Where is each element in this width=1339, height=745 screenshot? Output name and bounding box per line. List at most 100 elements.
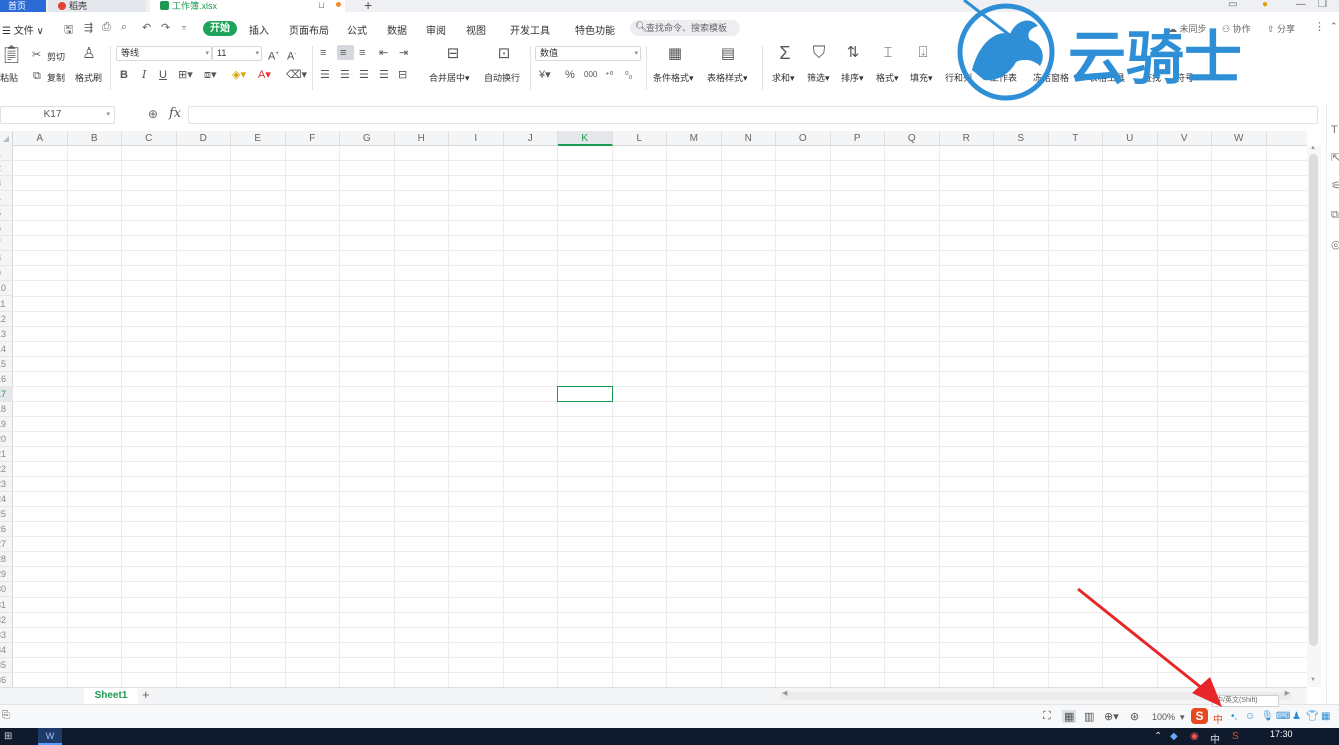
taskbar-wps-app[interactable]: W xyxy=(38,728,62,745)
tab-workbook[interactable]: 工作簿.xlsx xyxy=(150,0,345,12)
ime-keyboard-icon[interactable]: ⌨ xyxy=(1276,711,1290,722)
row-header-30[interactable]: 30 xyxy=(0,582,13,598)
symbol-button[interactable]: 符号 xyxy=(1176,71,1194,84)
collapse-ribbon-icon[interactable]: ⌃ xyxy=(1330,21,1338,32)
tray-sogou-icon[interactable]: S xyxy=(1232,731,1239,742)
menu-special[interactable]: 特色功能 xyxy=(575,22,615,37)
eye-protection-icon[interactable]: ⊛ xyxy=(1130,710,1139,723)
row-header-13[interactable]: 13 xyxy=(0,327,13,342)
row-header-17[interactable]: 17 xyxy=(0,386,13,402)
fill-button[interactable]: 填充▾ xyxy=(910,71,933,84)
column-header-w[interactable]: W xyxy=(1212,131,1267,146)
cut-icon[interactable]: ✂ xyxy=(32,49,41,61)
row-header-31[interactable]: 31 xyxy=(0,598,13,613)
column-header-j[interactable]: J xyxy=(504,131,558,146)
tray-record-icon[interactable]: ◉ xyxy=(1190,731,1199,742)
sheet-tab-sheet1[interactable]: Sheet1 xyxy=(84,688,138,704)
find-button[interactable]: 查找 xyxy=(1143,71,1161,84)
table-style-button[interactable]: 表格样式▾ xyxy=(707,71,748,84)
ime-emoji-icon[interactable]: ☺ xyxy=(1245,711,1255,722)
column-header-o[interactable]: O xyxy=(776,131,831,146)
row-header-19[interactable]: 19 xyxy=(0,417,13,432)
freeze-button[interactable]: 冻结窗格 xyxy=(1033,71,1069,84)
format-icon[interactable]: ⌶ xyxy=(877,45,899,61)
row-header-35[interactable]: 35 xyxy=(0,658,13,673)
thousands-button[interactable]: 000 xyxy=(584,69,597,81)
export-icon[interactable]: ⇶ xyxy=(84,21,93,34)
ime-user-icon[interactable]: ♟ xyxy=(1292,711,1301,722)
menu-view[interactable]: 视图 xyxy=(466,22,486,37)
copy-button[interactable]: 复制 xyxy=(47,71,65,84)
tab-daoke[interactable]: 稻壳 xyxy=(48,0,146,12)
collab-button[interactable]: ⚇ 协作 xyxy=(1222,22,1251,35)
menu-insert[interactable]: 插入 xyxy=(249,22,269,37)
column-header-c[interactable]: C xyxy=(122,131,177,146)
share-button[interactable]: ⇪ 分享 xyxy=(1267,22,1295,35)
scroll-up-icon[interactable]: ▲ xyxy=(1310,145,1316,151)
filter-button[interactable]: 筛选▾ xyxy=(807,71,830,84)
row-header-24[interactable]: 24 xyxy=(0,492,13,508)
more-icon[interactable]: ⋮ xyxy=(1314,20,1325,33)
row-header-2[interactable]: 2 xyxy=(0,161,13,177)
fill-icon[interactable]: ⍗ xyxy=(912,45,934,61)
row-header-28[interactable]: 28 xyxy=(0,552,13,568)
window-layout-icon[interactable]: ▭ xyxy=(1228,0,1237,10)
bold-button[interactable]: B xyxy=(120,69,128,81)
font-size-select[interactable]: 11 ▾ xyxy=(212,46,262,61)
paste-icon[interactable]: 📋︎ xyxy=(0,45,23,63)
row-header-32[interactable]: 32 xyxy=(0,613,13,628)
zoom-level[interactable]: 100% xyxy=(1152,712,1175,722)
row-header-27[interactable]: 27 xyxy=(0,537,13,553)
ime-chinese-icon[interactable]: 中 xyxy=(1213,711,1223,726)
column-header-i[interactable]: I xyxy=(449,131,504,146)
indent-increase-icon[interactable]: ⇥ xyxy=(399,47,408,59)
row-header-20[interactable]: 20 xyxy=(0,432,13,447)
row-header-23[interactable]: 23 xyxy=(0,477,13,493)
row-header-3[interactable]: 3 xyxy=(0,176,13,192)
print-preview-icon[interactable]: ⌕ xyxy=(121,21,127,34)
column-header-k[interactable]: K xyxy=(558,131,613,146)
column-header-m[interactable]: M xyxy=(667,131,722,146)
fx-icon[interactable]: fx xyxy=(169,106,181,121)
italic-button[interactable]: I xyxy=(142,69,146,81)
column-header-u[interactable]: U xyxy=(1103,131,1158,146)
minimize-icon[interactable]: — xyxy=(1296,0,1306,10)
percent-button[interactable]: % xyxy=(565,69,575,81)
active-cell[interactable] xyxy=(557,385,613,402)
user-avatar-icon[interactable]: ● xyxy=(1262,0,1268,10)
indent-decrease-icon[interactable]: ⇤ xyxy=(379,47,388,59)
row-header-16[interactable]: 16 xyxy=(0,372,13,387)
macro-icon[interactable]: ⎘ xyxy=(2,710,10,721)
paste-button[interactable]: 粘贴 xyxy=(0,71,18,84)
menu-file[interactable]: ☰ 文件 ∨ xyxy=(2,22,44,37)
align-middle-icon[interactable]: ≡ xyxy=(340,47,346,59)
vertical-scroll-thumb[interactable] xyxy=(1309,154,1318,646)
column-header-s[interactable]: S xyxy=(994,131,1049,146)
sum-button[interactable]: 求和▾ xyxy=(772,71,795,84)
menu-review[interactable]: 审阅 xyxy=(426,22,446,37)
row-header-26[interactable]: 26 xyxy=(0,522,13,538)
row-header-8[interactable]: 8 xyxy=(0,251,13,267)
name-box[interactable]: K17 ▾ xyxy=(0,106,115,124)
ime-punctuation-icon[interactable]: •, xyxy=(1231,711,1237,722)
tray-network-icon[interactable]: ◆ xyxy=(1170,731,1178,742)
scroll-down-icon[interactable]: ▼ xyxy=(1310,677,1316,683)
ime-skin-icon[interactable]: 👕︎ xyxy=(1306,711,1319,722)
help-icon[interactable]: ◎ xyxy=(1331,238,1339,251)
fill-color-icon[interactable]: ◈▾ xyxy=(232,69,246,81)
row-header-14[interactable]: 14 xyxy=(0,342,13,357)
sort-button[interactable]: 排序▾ xyxy=(841,71,864,84)
spreadsheet-grid[interactable]: ABCDEFGHIJKLMNOPQRSTUVW 1234567891011121… xyxy=(0,131,1307,687)
row-header-12[interactable]: 12 xyxy=(0,312,13,327)
column-header-e[interactable]: E xyxy=(231,131,286,146)
cut-button[interactable]: 剪切 xyxy=(47,50,65,63)
worksheet-button[interactable]: 工作表 xyxy=(990,71,1017,84)
format-painter-button[interactable]: 格式刷 xyxy=(75,71,102,84)
column-header-f[interactable]: F xyxy=(286,131,340,146)
currency-button[interactable]: ¥▾ xyxy=(539,69,551,81)
ime-voice-icon[interactable]: 🎙︎ xyxy=(1261,711,1274,722)
conditional-format-button[interactable]: 条件格式▾ xyxy=(653,71,694,84)
menu-formula[interactable]: 公式 xyxy=(347,22,367,37)
command-search[interactable]: 🔍︎ 查找命令、搜索模板 xyxy=(630,20,740,36)
copy-icon[interactable]: ⧉ xyxy=(33,70,41,82)
